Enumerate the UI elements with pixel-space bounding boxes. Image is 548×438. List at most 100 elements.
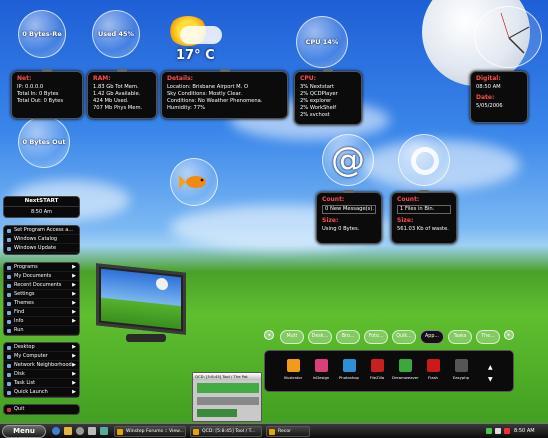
taskbar-clock[interactable]: 8:50 AM (514, 426, 535, 437)
nextstart-lower-list: Desktop ▶ My Computer ▶ Network Neighborho… (3, 342, 80, 398)
menu-item-label: Set Program Access a... (14, 227, 74, 233)
dock-app-indesign[interactable]: InDesign (308, 357, 334, 387)
menu-item-recent-documents[interactable]: Recent Documents ▶ (4, 281, 79, 290)
qcd-controls[interactable] (197, 397, 259, 405)
dock-right-arrow-button[interactable]: ▸ (504, 330, 514, 340)
net-title: Net: (17, 75, 32, 82)
recycle-bin-monitor-bubble[interactable] (398, 134, 450, 186)
fish-bubble[interactable] (170, 158, 218, 206)
menu-item-find[interactable]: Find ▶ (4, 308, 79, 317)
cpu-panel: CPU: 3% Nextstart 2% QCDPlayer 2% explor… (294, 69, 362, 125)
menu-item-desktop[interactable]: Desktop ▶ (4, 343, 79, 352)
menu-item-label: Disk (14, 371, 25, 377)
nextstart-title: NextSTART (4, 197, 79, 207)
menu-item-label: Find (14, 309, 25, 315)
bin-size-value: 561.03 Kb of waste. (397, 226, 449, 232)
ram-title: RAM: (93, 75, 111, 82)
dreamweaver-icon (398, 359, 412, 372)
dock-tab-desk[interactable]: Desk... (308, 330, 332, 344)
ram-panel: RAM: 1.83 Gb Tot Mem. 1.42 Gb Available.… (87, 69, 157, 119)
quick-launch-ie-icon[interactable] (52, 427, 60, 435)
menu-item-windows-catalog[interactable]: Windows Catalog (4, 235, 79, 244)
start-menu-button[interactable]: Menu (2, 425, 46, 438)
cpu-usage-bubble[interactable]: CPU 14% (296, 16, 348, 68)
mail-bubble[interactable]: @ (322, 134, 374, 186)
dock-tab-app-active[interactable]: App... (420, 330, 444, 344)
dock-left-arrow-button[interactable]: ◂ (264, 330, 274, 340)
dock-scroll-up-button[interactable]: ▲ (488, 364, 493, 371)
ram-line: 1.83 Gb Tot Mem. (93, 84, 139, 90)
menu-item-label: Themes (14, 300, 34, 306)
menu-item-windows-update[interactable]: Windows Update (4, 244, 79, 253)
dock-tab-label: App... (425, 334, 439, 339)
dock-app-filezilla[interactable]: FileZilla (364, 357, 390, 387)
themes-icon (7, 301, 11, 306)
menu-item-my-documents[interactable]: My Documents ▶ (4, 272, 79, 281)
dock-tab-mutt[interactable]: Mutt (280, 330, 304, 344)
dock-app-dreamweaver[interactable]: Dreamweaver (392, 357, 419, 387)
mail-size-title: Size: (322, 217, 339, 224)
dock-app-flash[interactable]: Flash (420, 357, 446, 387)
indesign-icon (314, 359, 328, 372)
menu-item-my-computer[interactable]: My Computer ▶ (4, 352, 79, 361)
qcd-player-window[interactable]: QCD: [5:8:45] Tool / The Pot (192, 372, 262, 422)
recycle-bin-bubble[interactable]: 0 Bytes-Re (18, 10, 66, 58)
mail-at-icon: @ (331, 140, 365, 180)
nextstart-quit: Quit (3, 404, 80, 415)
cpu-usage-label: CPU 14% (305, 38, 339, 46)
photoshop-icon (342, 359, 356, 372)
nextstart-time: 8:50 Am (30, 209, 53, 215)
dock-tab-bro[interactable]: Bro... (336, 330, 360, 344)
dock-tab-the[interactable]: The... (476, 330, 500, 344)
menu-item-run[interactable]: Run (4, 326, 79, 335)
menu-item-programs[interactable]: Programs ▶ (4, 263, 79, 272)
disk-usage-bubble[interactable]: Used 45% (92, 10, 140, 58)
network-bubble[interactable]: 0 Bytes Out (18, 116, 70, 168)
menu-item-label: Task List (14, 380, 36, 386)
nextstart-main-list: Programs ▶ My Documents ▶ Recent Documents… (3, 262, 80, 336)
submenu-arrow-icon: ▶ (72, 282, 76, 288)
menu-item-network-neighborhood[interactable]: Network Neighborhood ▶ (4, 361, 79, 370)
digital-time: 08:50 AM (476, 84, 501, 90)
submenu-arrow-icon: ▶ (72, 318, 76, 324)
menu-item-label: My Documents (14, 273, 52, 279)
dock-tab-foto[interactable]: Foto... (364, 330, 388, 344)
cpu-process-line: 2% svchost (300, 112, 330, 118)
mail-size-value: Using 0 Bytes. (322, 226, 360, 232)
menu-item-info[interactable]: Info ▶ (4, 317, 79, 326)
menu-item-settings[interactable]: Settings ▶ (4, 290, 79, 299)
nextstart-top-list: Set Program Access a... Windows Catalog … (3, 225, 80, 255)
dock-scroll-down-button[interactable]: ▼ (488, 376, 493, 383)
quick-launch-media-icon[interactable] (76, 427, 84, 435)
dock-tab-tasks[interactable]: Tasks (448, 330, 472, 344)
taskbar-button-winstep-forums[interactable]: Winstep Forums :: View... (114, 426, 186, 437)
dock-app-photoshop[interactable]: Photoshop (336, 357, 362, 387)
recent-documents-icon (7, 283, 11, 288)
menu-item-quick-launch[interactable]: Quick Launch ▶ (4, 388, 79, 397)
info-icon (7, 319, 11, 324)
menu-item-quit[interactable]: Quit (4, 405, 79, 414)
dock-app-illustrator[interactable]: Illustrator (280, 357, 306, 387)
dock-tab-label: Desk... (311, 334, 329, 339)
quick-launch-icon (7, 390, 11, 395)
menu-item-disk[interactable]: Disk ▶ (4, 370, 79, 379)
monitor-image (96, 263, 188, 342)
tray-icon[interactable] (495, 428, 501, 434)
taskbar-button-qcd[interactable]: QCD: [5:8:45] Tool / T... (190, 426, 262, 437)
quick-launch-app-icon[interactable] (100, 427, 108, 435)
dock-tab-label: Quik... (396, 334, 412, 339)
menu-item-program-access[interactable]: Set Program Access a... (4, 226, 79, 235)
quick-launch-folder-icon[interactable] (64, 427, 72, 435)
taskbar-button-recor[interactable]: Recor (266, 426, 310, 437)
tray-icon[interactable] (504, 428, 510, 434)
mail-count-panel: Count: 0 New Message(s). Size: Using 0 B… (316, 190, 382, 244)
ram-line: 424 Mb Used. (93, 98, 129, 104)
dock-tab-quik[interactable]: Quik... (392, 330, 416, 344)
menu-item-label: Settings (14, 291, 35, 297)
menu-item-task-list[interactable]: Task List ▶ (4, 379, 79, 388)
quick-launch-mail-icon[interactable] (88, 427, 96, 435)
dock-tab-label: Mutt (286, 334, 298, 339)
menu-item-themes[interactable]: Themes ▶ (4, 299, 79, 308)
dock-app-easyphp[interactable]: Easyphp (448, 357, 474, 387)
tray-icon[interactable] (486, 428, 492, 434)
